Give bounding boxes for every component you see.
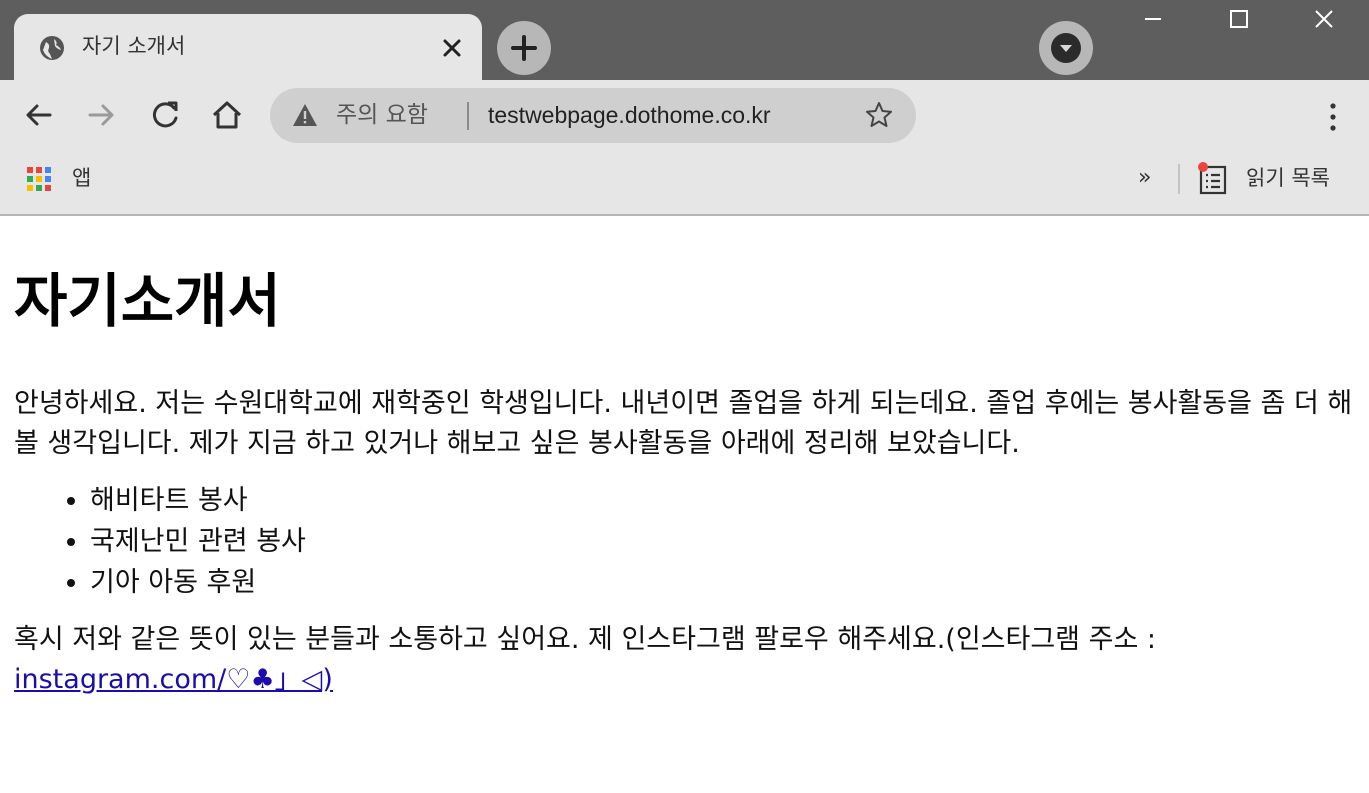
closing-text: 혹시 저와 같은 뜻이 있는 분들과 소통하고 싶어요. 제 인스타그램 팔로우… bbox=[14, 624, 1156, 655]
bookmarks-overflow-button[interactable]: » bbox=[1138, 163, 1151, 193]
close-tab-icon[interactable] bbox=[438, 34, 466, 62]
reload-icon[interactable] bbox=[144, 94, 186, 136]
maximize-icon bbox=[1230, 10, 1248, 28]
apps-grid-icon[interactable] bbox=[26, 166, 52, 192]
warning-icon[interactable] bbox=[292, 103, 318, 127]
more-menu-icon[interactable] bbox=[1318, 100, 1348, 134]
address-bar[interactable]: 주의 요함 testwebpage.dothome.co.kr bbox=[270, 88, 916, 143]
instagram-link[interactable]: instagram.com/♡♣」◁) bbox=[14, 664, 333, 695]
tab-active[interactable]: 자기 소개서 bbox=[14, 14, 482, 80]
list-item: 기아 아동 후원 bbox=[90, 562, 1359, 603]
bookmarks-bar: 앱 » 읽기 목록 bbox=[0, 150, 1369, 216]
closing-paragraph: 혹시 저와 같은 뜻이 있는 분들과 소통하고 싶어요. 제 인스타그램 팔로우… bbox=[14, 620, 1359, 700]
page-content: 자기소개서 안녕하세요. 저는 수원대학교에 재학중인 학생입니다. 내년이면 … bbox=[14, 262, 1359, 700]
activity-list: 해비타트 봉사 국제난민 관련 봉사 기아 아동 후원 bbox=[14, 480, 1359, 603]
title-bar: 자기 소개서 bbox=[0, 0, 1369, 80]
intro-paragraph: 안녕하세요. 저는 수원대학교에 재학중인 학생입니다. 내년이면 졸업을 하게… bbox=[14, 388, 1353, 459]
plus-icon bbox=[511, 35, 537, 61]
reading-list-label[interactable]: 읽기 목록 bbox=[1246, 163, 1330, 193]
reading-list-icon[interactable] bbox=[1197, 161, 1229, 195]
bookmark-star-icon[interactable] bbox=[864, 100, 894, 130]
new-tab-button[interactable] bbox=[497, 21, 551, 75]
maximize-button[interactable] bbox=[1198, 0, 1284, 38]
omnibox-divider bbox=[467, 102, 469, 130]
minimize-button[interactable] bbox=[1112, 0, 1198, 38]
page-heading: 자기소개서 bbox=[14, 267, 281, 335]
close-icon bbox=[1315, 10, 1333, 28]
security-status-label[interactable]: 주의 요함 bbox=[336, 98, 428, 132]
close-window-button[interactable] bbox=[1283, 0, 1369, 38]
tab-search-button[interactable] bbox=[1039, 21, 1093, 75]
tab-title: 자기 소개서 bbox=[82, 34, 186, 58]
bookmarks-divider bbox=[1178, 164, 1180, 194]
globe-icon bbox=[40, 36, 64, 60]
browser-toolbar: 주의 요함 testwebpage.dothome.co.kr bbox=[0, 80, 1369, 150]
apps-label[interactable]: 앱 bbox=[72, 163, 91, 193]
home-icon[interactable] bbox=[206, 94, 248, 136]
back-arrow-icon[interactable] bbox=[18, 94, 60, 136]
minimize-icon bbox=[1145, 18, 1161, 20]
forward-arrow-icon[interactable] bbox=[80, 94, 122, 136]
list-item: 해비타트 봉사 bbox=[90, 480, 1359, 521]
list-item: 국제난민 관련 봉사 bbox=[90, 521, 1359, 562]
chevron-down-icon bbox=[1051, 33, 1081, 63]
url-text[interactable]: testwebpage.dothome.co.kr bbox=[488, 98, 771, 132]
